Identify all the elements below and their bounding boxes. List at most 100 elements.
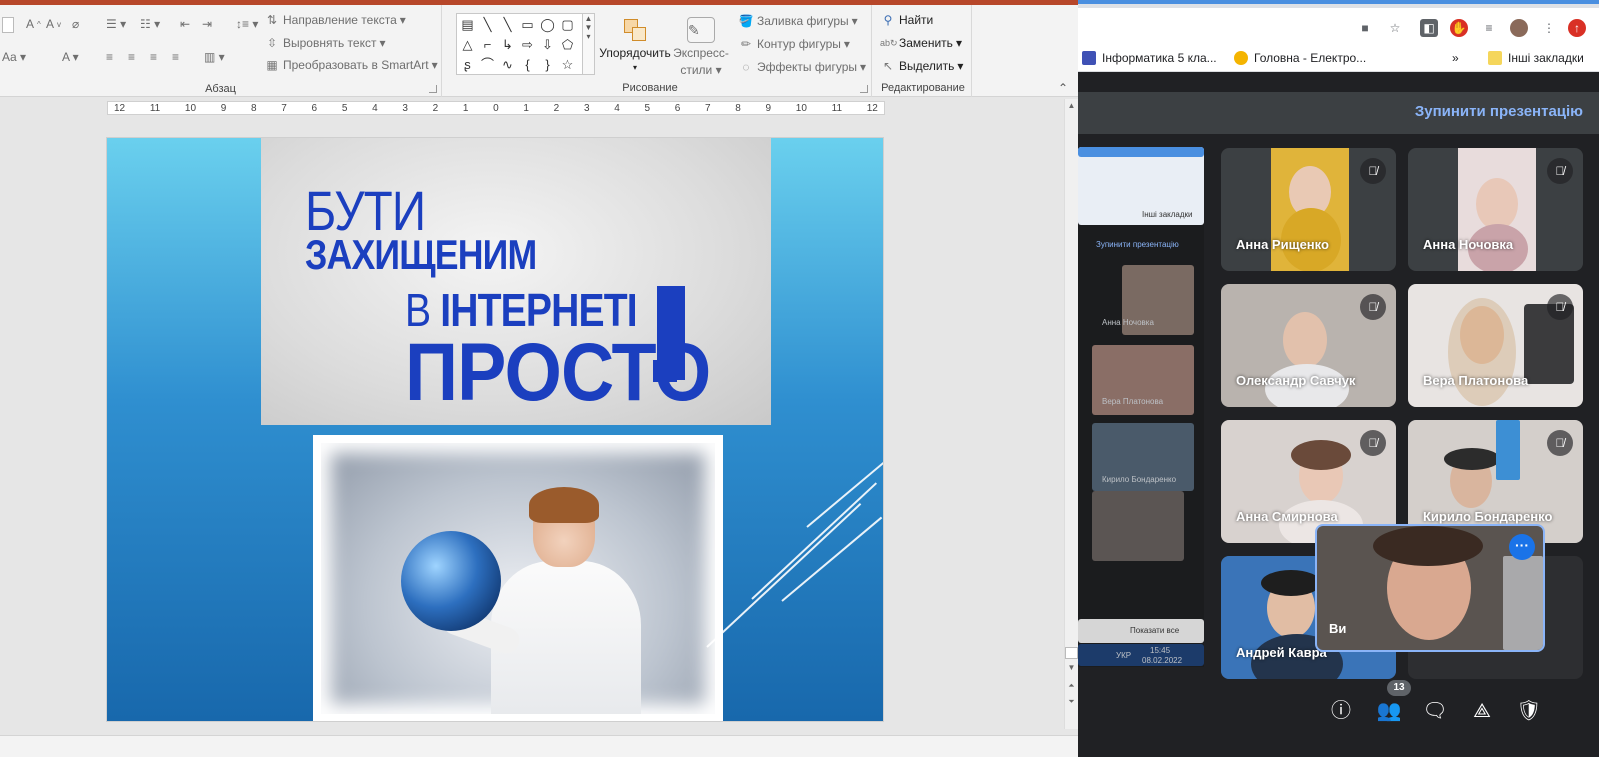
align-center-icon[interactable]: ≡: [128, 50, 135, 64]
slide-canvas[interactable]: БУТИ ЗАХИЩЕНИМ В ІНТЕРНЕТІ ПРОСТО: [106, 137, 884, 722]
arc-shape-icon[interactable]: ⌒: [479, 56, 496, 73]
participant-tile-anna-nochovka[interactable]: 🎙̸ Анна Ночовка: [1408, 148, 1583, 271]
chat-icon[interactable]: 🗨: [1422, 698, 1448, 724]
presentation-preview: Інші закладки Зупинити презентацію Анна …: [1078, 147, 1204, 667]
line2-shape-icon[interactable]: ╲: [499, 16, 516, 33]
preview-taskbar-time: 15:45: [1150, 646, 1171, 655]
increase-indent-icon[interactable]: ⇥: [202, 17, 212, 31]
slide-photo-frame[interactable]: [313, 435, 723, 721]
scroll-thumb[interactable]: [1065, 647, 1078, 659]
prev-slide-icon[interactable]: ⏶: [1065, 679, 1078, 692]
oval-shape-icon[interactable]: ◯: [539, 16, 556, 33]
bullets-icon[interactable]: ☰ ▾: [106, 17, 126, 31]
triangle-shape-icon[interactable]: △: [459, 36, 476, 53]
decrease-font-icon[interactable]: Av: [46, 17, 61, 31]
participant-tile-anna-ryshchenko[interactable]: 🎙̸ Анна Рищенко: [1221, 148, 1396, 271]
menu-dots-icon[interactable]: ⋮: [1540, 19, 1558, 37]
ruler-tick-label: 10: [795, 102, 807, 114]
self-video-tile[interactable]: ··· Ви: [1315, 524, 1545, 652]
horizontal-ruler: 12 11 10 9 8 7 6 5 4 3 2 1 0 1 2 3 4 5 6 7 8 9 10 11 12: [107, 101, 885, 115]
quick-styles-button[interactable]: ✎ Экспресс- стили ▾: [672, 17, 730, 77]
font-color-icon[interactable]: A ▾: [62, 50, 79, 64]
elbow-arrow-icon[interactable]: ↳: [499, 36, 516, 53]
mic-off-icon: 🎙̸: [1547, 430, 1573, 456]
drawing-dialog-launcher[interactable]: [860, 85, 868, 93]
shape-outline-button[interactable]: ✏ Контур фигуры ▾: [738, 37, 850, 51]
align-right-icon[interactable]: ≡: [150, 50, 157, 64]
replace-icon: ab↻: [880, 38, 898, 48]
more-options-icon[interactable]: ···: [1509, 534, 1535, 560]
star-shape-icon[interactable]: ☆: [559, 56, 576, 73]
participant-tile-vera-platonova[interactable]: 🎙̸ Вера Платонова: [1408, 284, 1583, 407]
select-button[interactable]: ↖ Выделить ▾: [880, 59, 963, 73]
info-icon[interactable]: ⓘ: [1328, 698, 1354, 724]
scroll-up-icon[interactable]: ▲: [1065, 99, 1078, 112]
line-spacing-icon[interactable]: ↕≡ ▾: [236, 17, 258, 31]
participant-name: Вера Платонова: [1423, 373, 1529, 388]
host-controls-icon[interactable]: 🛡: [1516, 698, 1542, 724]
right-arrow-shape-icon[interactable]: ⇨: [519, 36, 536, 53]
font-size-box[interactable]: [2, 17, 14, 33]
mic-off-icon: 🎙̸: [1360, 430, 1386, 456]
participant-name: Анна Рищенко: [1236, 237, 1329, 252]
vertical-scrollbar[interactable]: ▲ ▼ ⏶ ⏷: [1064, 99, 1078, 729]
change-case-icon[interactable]: Aa ▾: [2, 50, 26, 64]
adblock-icon[interactable]: ✋: [1450, 19, 1468, 37]
next-slide-icon[interactable]: ⏷: [1065, 695, 1078, 708]
update-icon[interactable]: ↑: [1568, 19, 1586, 37]
stop-presenting-button[interactable]: Зупинити презентацію: [1415, 103, 1583, 120]
decrease-indent-icon[interactable]: ⇤: [180, 17, 190, 31]
curve-shape-icon[interactable]: ∿: [499, 56, 516, 73]
convert-smartart-button[interactable]: ▦ Преобразовать в SmartArt ▾: [264, 58, 437, 72]
boy-with-globe-photo: [321, 443, 715, 714]
justify-icon[interactable]: ≡: [172, 50, 179, 64]
paragraph-dialog-launcher[interactable]: [429, 85, 437, 93]
replace-button[interactable]: ab↻ Заменить ▾: [880, 36, 962, 50]
align-text-button[interactable]: ⇳ Выровнять текст ▾: [264, 36, 386, 50]
media-queue-icon[interactable]: ≡: [1480, 19, 1498, 37]
elbow-connector-icon[interactable]: ⌐: [479, 36, 496, 53]
chrome-toolbar: ■ ☆ ◧ ✋ ≡ ⋮ ↑: [1078, 8, 1599, 46]
rounded-rect-shape-icon[interactable]: ▢: [559, 16, 576, 33]
down-arrow-shape-icon[interactable]: ⇩: [539, 36, 556, 53]
ruler-tick-label: 7: [281, 102, 287, 114]
shapes-gallery[interactable]: ▤ ╲ ╲ ▭ ◯ ▢ △ ⌐ ↳ ⇨ ⇩ ⬠ ʂ ⌒ ∿ { } ☆: [456, 13, 583, 75]
profile-avatar[interactable]: [1510, 19, 1528, 37]
numbering-icon[interactable]: ☷ ▾: [140, 17, 160, 31]
increase-font-icon[interactable]: A ^: [26, 17, 41, 31]
scroll-down-icon[interactable]: ▼: [1065, 661, 1078, 674]
columns-icon[interactable]: ▥ ▾: [204, 50, 225, 64]
bookmark-holovna[interactable]: Головна - Електро...: [1234, 51, 1366, 65]
slide-title-image[interactable]: БУТИ ЗАХИЩЕНИМ В ІНТЕРНЕТІ ПРОСТО: [261, 138, 771, 425]
people-icon[interactable]: 👥: [1376, 698, 1402, 724]
more-bookmarks-chevron[interactable]: »: [1452, 51, 1459, 65]
rectangle-shape-icon[interactable]: ▭: [519, 16, 536, 33]
participant-tile-oleksandr-savchuk[interactable]: 🎙̸ Олександр Савчук: [1221, 284, 1396, 407]
pentagon-shape-icon[interactable]: ⬠: [559, 36, 576, 53]
find-button[interactable]: ⚲ Найти: [880, 13, 934, 27]
arrange-button[interactable]: Упорядочить ▾: [599, 17, 671, 72]
decor-line-2: [751, 482, 878, 600]
shapes-gallery-scroll[interactable]: ▲ ▼ ▾: [582, 13, 595, 75]
activities-icon[interactable]: ⟁: [1469, 698, 1495, 724]
other-bookmarks-folder[interactable]: Інші закладки: [1488, 51, 1584, 65]
meet-controls-bar: ⓘ 👥 13 🗨 ⟁ 🛡: [1078, 680, 1599, 757]
extension-icon[interactable]: ◧: [1420, 19, 1438, 37]
freeform-shape-icon[interactable]: ʂ: [459, 56, 476, 73]
textbox-shape-icon[interactable]: ▤: [459, 16, 476, 33]
shape-fill-button[interactable]: 🪣 Заливка фигуры ▾: [738, 14, 858, 28]
left-brace-shape-icon[interactable]: {: [519, 56, 536, 73]
clear-format-icon[interactable]: ⌀: [72, 17, 79, 31]
right-brace-shape-icon[interactable]: }: [539, 56, 556, 73]
bookmark-star-icon[interactable]: ☆: [1386, 19, 1404, 37]
text-direction-button[interactable]: ⇅ Направление текста ▾: [264, 13, 406, 27]
align-left-icon[interactable]: ≡: [106, 50, 113, 64]
self-hair: [1373, 526, 1483, 566]
camera-icon[interactable]: ■: [1356, 19, 1374, 37]
line-shape-icon[interactable]: ╲: [479, 16, 496, 33]
effects-icon: ◌: [742, 60, 750, 74]
collapse-ribbon-icon[interactable]: ⌃: [1058, 81, 1068, 95]
bookmark-informatyka[interactable]: Інформатика 5 кла...: [1082, 51, 1217, 65]
shape-effects-button[interactable]: ◌ Эффекты фигуры ▾: [738, 60, 866, 74]
arrange-icon: [622, 17, 648, 43]
